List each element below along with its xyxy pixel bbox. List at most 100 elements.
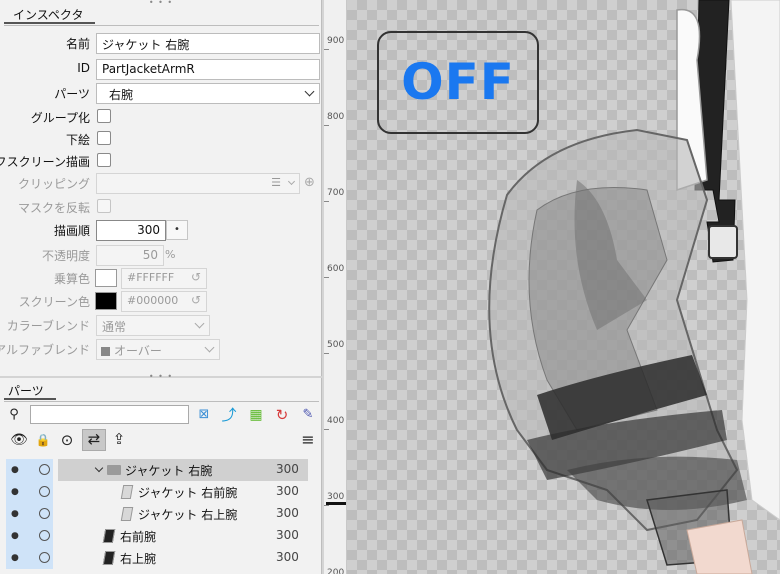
ruler-tick-label: 300	[327, 492, 345, 502]
lock-toggle-icon[interactable]	[39, 508, 50, 519]
swap-icon[interactable]: ⇄	[82, 429, 106, 451]
lock-toggle-icon[interactable]	[39, 486, 50, 497]
parts-resize-grip[interactable]: • • •	[0, 373, 322, 381]
parts-select-value: 右腕	[109, 88, 134, 102]
tree-node-name: 右前腕	[120, 530, 157, 544]
offscreen-label: オフスクリーン描画	[0, 155, 90, 169]
tree-row[interactable]: ● 右上腕 300	[0, 547, 322, 569]
draw-order-field[interactable]: 300	[96, 220, 166, 241]
clipping-row: クリッピング ☰ ⊕	[0, 172, 322, 194]
tree-node-order: 300	[276, 550, 299, 564]
ruler-tick-label: 900	[327, 36, 345, 46]
reset-red-icon[interactable]: ↻	[273, 406, 291, 424]
screen-hex-value: #000000	[127, 294, 179, 307]
draw-order-button[interactable]: •	[166, 220, 188, 240]
color-blend-value: 通常	[102, 320, 127, 334]
pin-icon[interactable]: ✎	[299, 406, 317, 424]
ruler-position-marker	[326, 502, 346, 505]
crosshair-icon[interactable]: ⊕	[304, 175, 315, 190]
clipping-field[interactable]: ☰	[96, 173, 300, 194]
tree-node-order: 300	[276, 484, 299, 498]
parts-label: パーツ	[54, 87, 90, 101]
menu-icon[interactable]: ≡	[299, 431, 317, 449]
tree-row[interactable]: ● ジャケット 右前腕 300	[0, 481, 322, 503]
underlay-row: 下絵	[0, 128, 322, 150]
lock-toggle-icon[interactable]	[39, 530, 50, 541]
opacity-field[interactable]: 50	[96, 245, 164, 266]
inspector-divider	[4, 25, 319, 26]
offscreen-checkbox[interactable]	[97, 153, 111, 167]
tree-node-name: 右上腕	[120, 552, 157, 566]
art-mesh-icon	[102, 551, 116, 565]
off-badge: OFF	[377, 31, 539, 134]
ruler-tick	[324, 505, 329, 506]
chevron-down-icon	[304, 86, 315, 97]
tree-row[interactable]: ● ジャケット 右腕 300	[0, 459, 322, 481]
chevron-circle-icon[interactable]: ⊙	[58, 431, 76, 449]
canvas-viewport[interactable]: OFF	[347, 0, 780, 574]
ruler-tick	[324, 125, 329, 126]
name-field[interactable]: ジャケット 右腕	[96, 33, 320, 54]
id-field[interactable]: PartJacketArmR	[96, 59, 320, 80]
opacity-unit: %	[165, 248, 176, 261]
visibility-column: ●	[6, 459, 53, 481]
eye-icon[interactable]: ●	[11, 485, 27, 499]
eye-icon[interactable]: ●	[11, 551, 27, 565]
ruler-tick-label: 500	[327, 340, 345, 350]
lock-toggle-icon[interactable]	[39, 552, 50, 563]
underlay-checkbox[interactable]	[97, 131, 111, 145]
ruler-tick	[324, 49, 329, 50]
parts-tab[interactable]: パーツ	[4, 382, 56, 400]
ruler-tick	[324, 277, 329, 278]
multiply-hex-value: #FFFFFF	[127, 271, 175, 284]
lock-toggle-icon[interactable]	[39, 464, 50, 475]
color-blend-select[interactable]: 通常	[96, 315, 210, 336]
multiply-hex-field[interactable]: #FFFFFF ↺	[121, 268, 207, 289]
opacity-row: 不透明度 50 %	[0, 244, 322, 266]
ruler-tick	[324, 429, 329, 430]
tree-node-order: 300	[276, 506, 299, 520]
grid-icon[interactable]: ▦	[247, 406, 265, 424]
opacity-label: 不透明度	[41, 249, 90, 263]
ruler-tick-label: 800	[327, 112, 345, 122]
tree-row[interactable]: ● ジャケット 右上腕 300	[0, 503, 322, 525]
frame-icon[interactable]: ⊠	[195, 406, 213, 424]
tree-node-name: ジャケット 右上腕	[138, 508, 238, 522]
link-icon[interactable]: ⤴	[220, 406, 238, 424]
inspector-tab[interactable]: インスペクタ	[4, 6, 96, 24]
blend-icon	[101, 347, 110, 356]
visibility-column: ●	[6, 481, 53, 503]
visibility-column: ●	[6, 547, 53, 569]
eye-icon[interactable]: ●	[11, 463, 27, 477]
tree-node-name: ジャケット 右前腕	[138, 486, 238, 500]
screen-color-swatch[interactable]	[95, 292, 117, 310]
folder-icon	[107, 465, 121, 475]
chevron-down-icon	[287, 177, 296, 186]
parts-select[interactable]: 右腕	[96, 83, 320, 104]
search-icon[interactable]: ⚲	[5, 406, 23, 424]
export-icon[interactable]: ⇪	[110, 430, 128, 448]
parts-search-input[interactable]	[30, 405, 189, 424]
invert-mask-label: マスクを反転	[17, 201, 90, 215]
multiply-row: 乗算色 #FFFFFF ↺	[0, 267, 322, 289]
lock-icon[interactable]: 🔒	[34, 431, 52, 449]
group-row: グループ化	[0, 106, 322, 128]
eye-icon[interactable]: 👁	[10, 431, 28, 449]
eye-icon[interactable]: ●	[11, 507, 27, 521]
draw-order-label: 描画順	[53, 224, 90, 238]
multiply-color-swatch[interactable]	[95, 269, 117, 287]
reset-icon[interactable]: ↺	[189, 270, 203, 284]
tree-row[interactable]: ● 右前腕 300	[0, 525, 322, 547]
alpha-blend-label: アルファブレンド	[0, 343, 90, 357]
vertical-ruler: 900 800 700 600 500 400 300 200	[324, 0, 347, 574]
invert-mask-checkbox[interactable]	[97, 199, 111, 213]
group-checkbox[interactable]	[97, 109, 111, 123]
screen-hex-field[interactable]: #000000 ↺	[121, 291, 207, 312]
offscreen-row: オフスクリーン描画	[0, 150, 322, 172]
eye-icon[interactable]: ●	[11, 529, 27, 543]
alpha-blend-select[interactable]: オーバー	[96, 339, 220, 360]
reset-icon[interactable]: ↺	[189, 293, 203, 307]
ruler-tick-label: 700	[327, 188, 345, 198]
underlay-label: 下絵	[65, 133, 90, 147]
multiply-label: 乗算色	[53, 272, 90, 286]
